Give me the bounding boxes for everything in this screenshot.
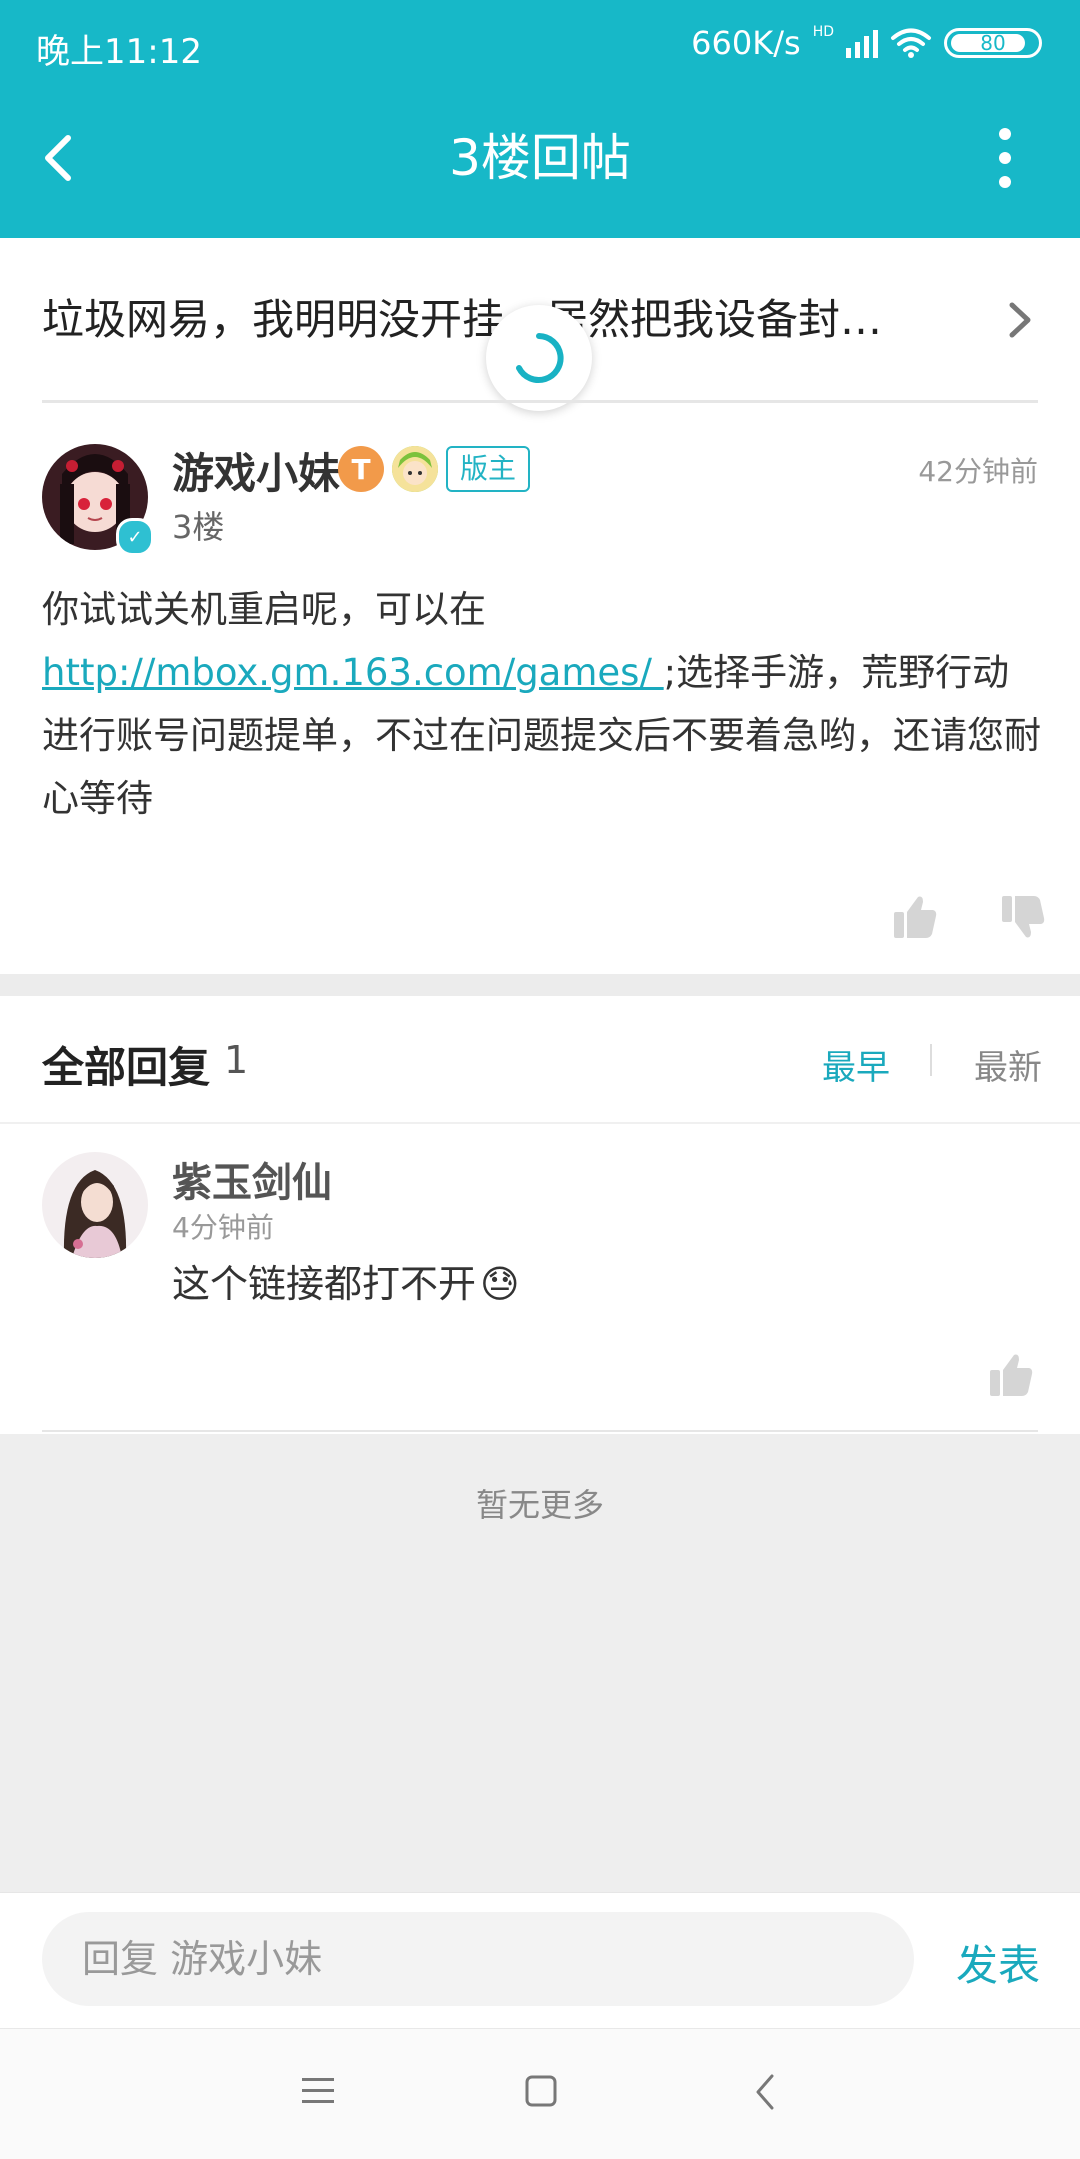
network-type: HD <box>812 24 834 40</box>
verified-icon: ✓ <box>116 518 154 556</box>
post-author-name[interactable]: 游戏小妹 <box>172 440 340 501</box>
battery-icon: 80 <box>944 28 1042 58</box>
post-content: 你试试关机重启呢，可以在 http://mbox.gm.163.com/games… <box>42 578 1042 830</box>
reply-author-avatar[interactable] <box>42 1152 148 1258</box>
network-speed: 660K/s <box>691 24 801 62</box>
divider <box>0 1122 1080 1124</box>
sort-earliest-tab[interactable]: 最早 <box>822 1040 890 1089</box>
sort-divider <box>930 1044 932 1076</box>
reply-author-name[interactable]: 紫玉剑仙 <box>172 1150 332 1208</box>
reply-content: 这个链接都打不开 😓 <box>172 1256 520 1312</box>
battery-level: 80 <box>980 31 1006 55</box>
thumbs-down-icon[interactable] <box>1000 894 1046 940</box>
page-title: 3楼回帖 <box>449 129 631 187</box>
status-indicators: 660K/s HD 80 <box>691 24 1042 62</box>
status-time: 晚上11:12 <box>36 32 202 72</box>
signal-icon <box>846 28 878 58</box>
menu-icon[interactable] <box>300 2074 336 2108</box>
loading-spinner <box>486 305 592 411</box>
thread-title[interactable]: 垃圾网易，我明明没开挂，居然把我设备封… <box>42 290 922 350</box>
reply-time: 4分钟前 <box>172 1211 274 1244</box>
post-time: 42分钟前 <box>918 455 1038 488</box>
chevron-right-icon[interactable] <box>1000 295 1040 345</box>
publish-button[interactable]: 发表 <box>956 1932 1040 1993</box>
reply-text: 这个链接都打不开 <box>172 1262 477 1306</box>
reply-input[interactable] <box>42 1912 914 2006</box>
divider <box>42 400 1038 403</box>
replies-header-label: 全部回复 <box>42 1043 211 1092</box>
post-link[interactable]: http://mbox.gm.163.com/games/ <box>42 651 664 694</box>
post-text: 你试试关机重启呢，可以在 <box>42 588 486 631</box>
thumbs-up-icon[interactable] <box>892 894 938 940</box>
home-icon[interactable] <box>524 2074 558 2108</box>
no-more-text: 暂无更多 <box>475 1486 604 1524</box>
sort-latest-tab[interactable]: 最新 <box>974 1040 1042 1089</box>
more-vertical-icon <box>999 128 1011 140</box>
level-badge: T <box>338 446 384 492</box>
section-separator <box>0 974 1080 996</box>
medal-icon <box>392 446 438 492</box>
wifi-icon <box>891 28 931 58</box>
thumbs-up-icon[interactable] <box>988 1352 1034 1398</box>
back-nav-icon[interactable] <box>752 2072 778 2112</box>
emoji-sweat-icon: 😓 <box>480 1262 520 1306</box>
moderator-tag: 版主 <box>446 446 531 492</box>
floor-number: 3楼 <box>172 508 225 546</box>
replies-count: 1 <box>224 1038 249 1082</box>
more-button[interactable] <box>990 128 1020 188</box>
spinner-icon <box>516 333 564 383</box>
divider <box>42 1430 1038 1432</box>
